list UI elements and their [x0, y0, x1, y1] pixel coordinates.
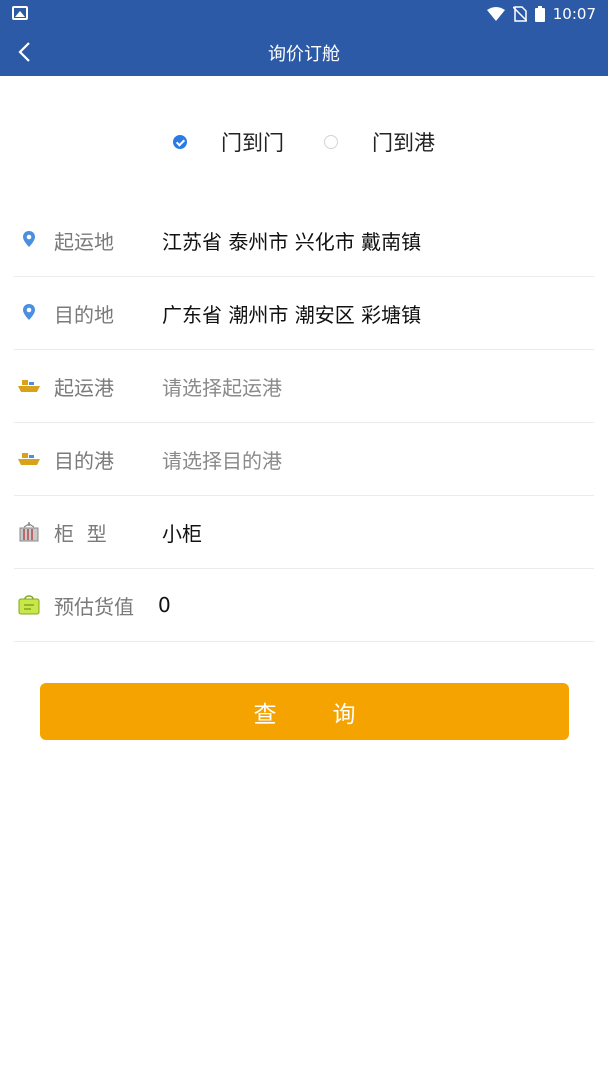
- top-app-bar: 询价订舱: [0, 28, 608, 76]
- destination-label: 目的地: [54, 302, 114, 327]
- dest-port-select[interactable]: 请选择目的港: [162, 445, 282, 474]
- container-label: 柜 型: [54, 521, 107, 546]
- goods-value-label: 预估货值: [54, 594, 134, 619]
- radio-door-to-door[interactable]: 门到门: [173, 127, 284, 157]
- image-notification-icon: [12, 6, 28, 20]
- goods-value-row[interactable]: 预估货值 0: [14, 569, 594, 642]
- location-pin-icon: [16, 300, 42, 326]
- origin-port-label: 起运港: [54, 375, 114, 400]
- status-time: 10:07: [552, 5, 596, 23]
- dest-port-row[interactable]: 目的港 请选择目的港: [14, 423, 594, 496]
- destination-row[interactable]: 目的地 广东省 潮州市 潮安区 彩塘镇: [14, 277, 594, 350]
- no-sim-icon: [512, 6, 527, 22]
- ship-icon: [16, 373, 42, 399]
- origin-port-select[interactable]: 请选择起运港: [162, 372, 282, 401]
- battery-icon: [534, 6, 545, 22]
- radio-door-to-port[interactable]: 门到港: [324, 127, 435, 157]
- status-icons: 10:07: [486, 4, 596, 24]
- radio-unchecked-icon[interactable]: [324, 135, 338, 149]
- radio-label-door-to-door: 门到门: [221, 131, 284, 155]
- booking-form: 起运地 江苏省 泰州市 兴化市 戴南镇 目的地 广东省 潮州市 潮安区 彩塘镇 …: [14, 204, 594, 642]
- ship-icon: [16, 446, 42, 472]
- goods-value-icon: [16, 592, 42, 618]
- origin-label: 起运地: [54, 229, 114, 254]
- radio-checked-icon[interactable]: [173, 135, 187, 149]
- service-type-radio-group: 门到门 门到港: [0, 124, 608, 160]
- page-title: 询价订舱: [268, 44, 340, 65]
- destination-value[interactable]: 广东省 潮州市 潮安区 彩塘镇: [162, 299, 421, 328]
- dest-port-label: 目的港: [54, 448, 114, 473]
- status-bar: 10:07: [0, 0, 608, 28]
- goods-value-input[interactable]: 0: [158, 593, 171, 617]
- location-pin-icon: [16, 227, 42, 253]
- radio-label-door-to-port: 门到港: [372, 131, 435, 155]
- container-value[interactable]: 小柜: [162, 518, 202, 547]
- container-row[interactable]: 柜 型 小柜: [14, 496, 594, 569]
- origin-port-row[interactable]: 起运港 请选择起运港: [14, 350, 594, 423]
- search-button[interactable]: 查询: [40, 683, 569, 740]
- origin-value[interactable]: 江苏省 泰州市 兴化市 戴南镇: [162, 226, 421, 255]
- origin-row[interactable]: 起运地 江苏省 泰州市 兴化市 戴南镇: [14, 204, 594, 277]
- wifi-icon: [486, 7, 505, 21]
- container-icon: [16, 519, 42, 545]
